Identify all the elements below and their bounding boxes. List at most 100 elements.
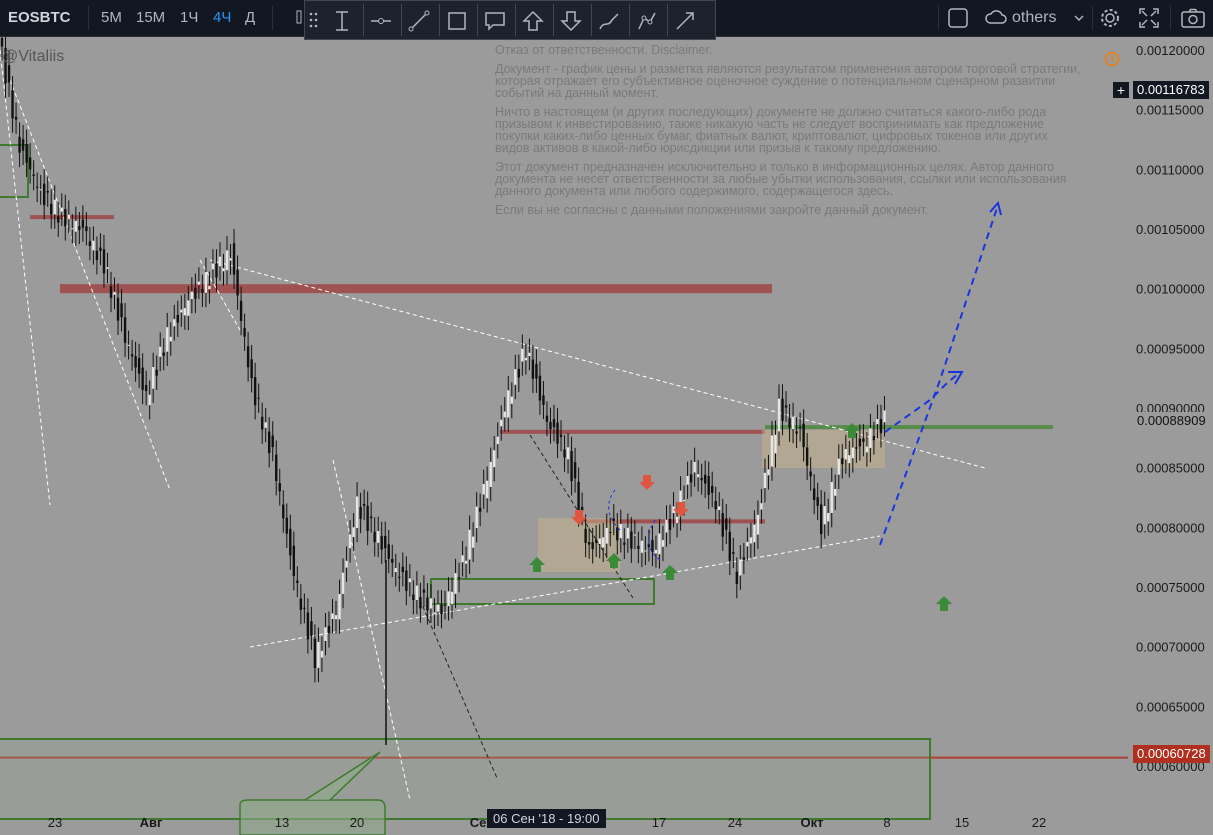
sell-arrow-icon <box>639 475 655 490</box>
horizontal-line-tool-button[interactable] <box>363 4 395 36</box>
drag-handle-icon[interactable] <box>309 11 319 29</box>
text-cursor-tool-button[interactable] <box>325 4 357 36</box>
camera-icon[interactable] <box>1181 8 1205 33</box>
candle-body <box>675 516 679 524</box>
forecast-line <box>879 204 999 546</box>
interval-15m[interactable]: 15M <box>136 9 165 26</box>
candle-body <box>728 531 731 561</box>
candle-body <box>598 538 601 545</box>
interval-1d[interactable]: Д <box>245 9 255 26</box>
candle-body <box>211 263 215 270</box>
candle-body <box>749 537 753 544</box>
candle-body <box>872 436 876 441</box>
arrow-down-tool-button[interactable] <box>553 4 585 36</box>
candle-body <box>246 346 250 368</box>
fullscreen-icon[interactable] <box>1139 8 1159 33</box>
candle-body <box>232 243 236 275</box>
x-tick-label: Окт <box>801 815 824 830</box>
path-tool-button[interactable] <box>629 4 661 36</box>
candle-body <box>338 594 341 620</box>
callout-tool-button[interactable] <box>477 4 509 36</box>
path-icon <box>638 12 656 30</box>
candle-body <box>630 531 633 549</box>
arrow-line-tool-button[interactable] <box>667 4 699 36</box>
candle-body <box>693 461 696 473</box>
candle-body <box>658 533 661 555</box>
candle-body <box>236 269 239 296</box>
toolbar-divider <box>938 6 939 30</box>
x-tick-label: 20 <box>350 815 364 830</box>
candle-body <box>812 488 816 501</box>
others-dropdown[interactable]: others <box>984 6 1089 30</box>
candle-body <box>116 297 120 321</box>
candle-body <box>292 545 296 577</box>
add-level-icon[interactable]: + <box>1113 82 1129 98</box>
layout-icon[interactable] <box>948 8 968 33</box>
interval-1h[interactable]: 1Ч <box>180 9 198 26</box>
candle-body <box>507 390 510 418</box>
candle-body <box>760 503 763 510</box>
candle-body <box>767 469 770 476</box>
trend-line-tool-button[interactable] <box>401 4 433 36</box>
candle-body <box>475 506 478 529</box>
candle-body <box>805 447 809 466</box>
interval-4h[interactable]: 4Ч <box>213 9 231 26</box>
chevron-down-icon <box>1074 15 1084 22</box>
candle-body <box>816 497 819 506</box>
candle-body <box>493 450 496 468</box>
symbol-label[interactable]: EOSBTC <box>8 9 71 26</box>
candle-body <box>419 597 422 609</box>
candle-body <box>355 496 359 528</box>
candle-body <box>134 356 137 368</box>
candle-body <box>654 549 658 554</box>
gear-icon[interactable] <box>1099 7 1121 34</box>
candle-body <box>123 317 127 343</box>
candle-body <box>95 250 99 261</box>
arrow-up-tool-button[interactable] <box>515 4 547 36</box>
text-cursor-icon <box>336 11 348 31</box>
candle-body <box>433 612 436 615</box>
candle-body <box>602 537 605 548</box>
toolbar-divider <box>1092 6 1093 30</box>
candle-body <box>187 300 190 316</box>
candle-body <box>194 287 197 299</box>
trend-line <box>0 49 51 506</box>
candle-body <box>514 369 517 385</box>
brush-tool-button[interactable] <box>591 4 623 36</box>
candle-body <box>180 309 183 313</box>
candle-body <box>303 607 306 609</box>
candle-body <box>718 506 721 511</box>
candle-body <box>296 580 299 583</box>
candle-body <box>668 518 672 530</box>
candle-body <box>257 397 260 399</box>
candle-body <box>151 367 155 389</box>
candle-body <box>32 174 35 176</box>
candle-body <box>858 438 862 447</box>
candle-body <box>819 504 823 535</box>
candle-body <box>682 499 686 502</box>
candle-body <box>208 285 211 290</box>
candle-body <box>696 474 700 478</box>
y-tick-label: 0.00095000 <box>1136 341 1205 356</box>
candle-body <box>735 571 739 585</box>
candle-body <box>594 539 598 543</box>
candle-body <box>35 186 39 188</box>
resistance-zone-box <box>0 144 29 198</box>
candle-body <box>369 516 373 519</box>
candle-style-icon[interactable] <box>296 8 302 26</box>
candle-body <box>848 455 851 464</box>
candle-body <box>791 417 795 429</box>
candle-body <box>348 534 352 549</box>
y-axis-ticks: 0.00120000 0.00115000 0.00110000 0.00105000… <box>1136 43 1205 774</box>
candle-body <box>282 504 285 519</box>
candle-body <box>225 250 229 271</box>
y-tick-label: 0.00075000 <box>1136 580 1205 595</box>
red-level-price-tag: 0.00060728 <box>1133 745 1210 763</box>
interval-5m[interactable]: 5M <box>101 9 122 26</box>
author-watermark: @Vitaliis <box>2 48 65 65</box>
rectangle-tool-button[interactable] <box>439 4 471 36</box>
candle-body <box>7 65 11 83</box>
candle-body <box>640 540 644 553</box>
alert-clock-icon[interactable] <box>1104 51 1120 72</box>
candle-body <box>584 528 587 543</box>
